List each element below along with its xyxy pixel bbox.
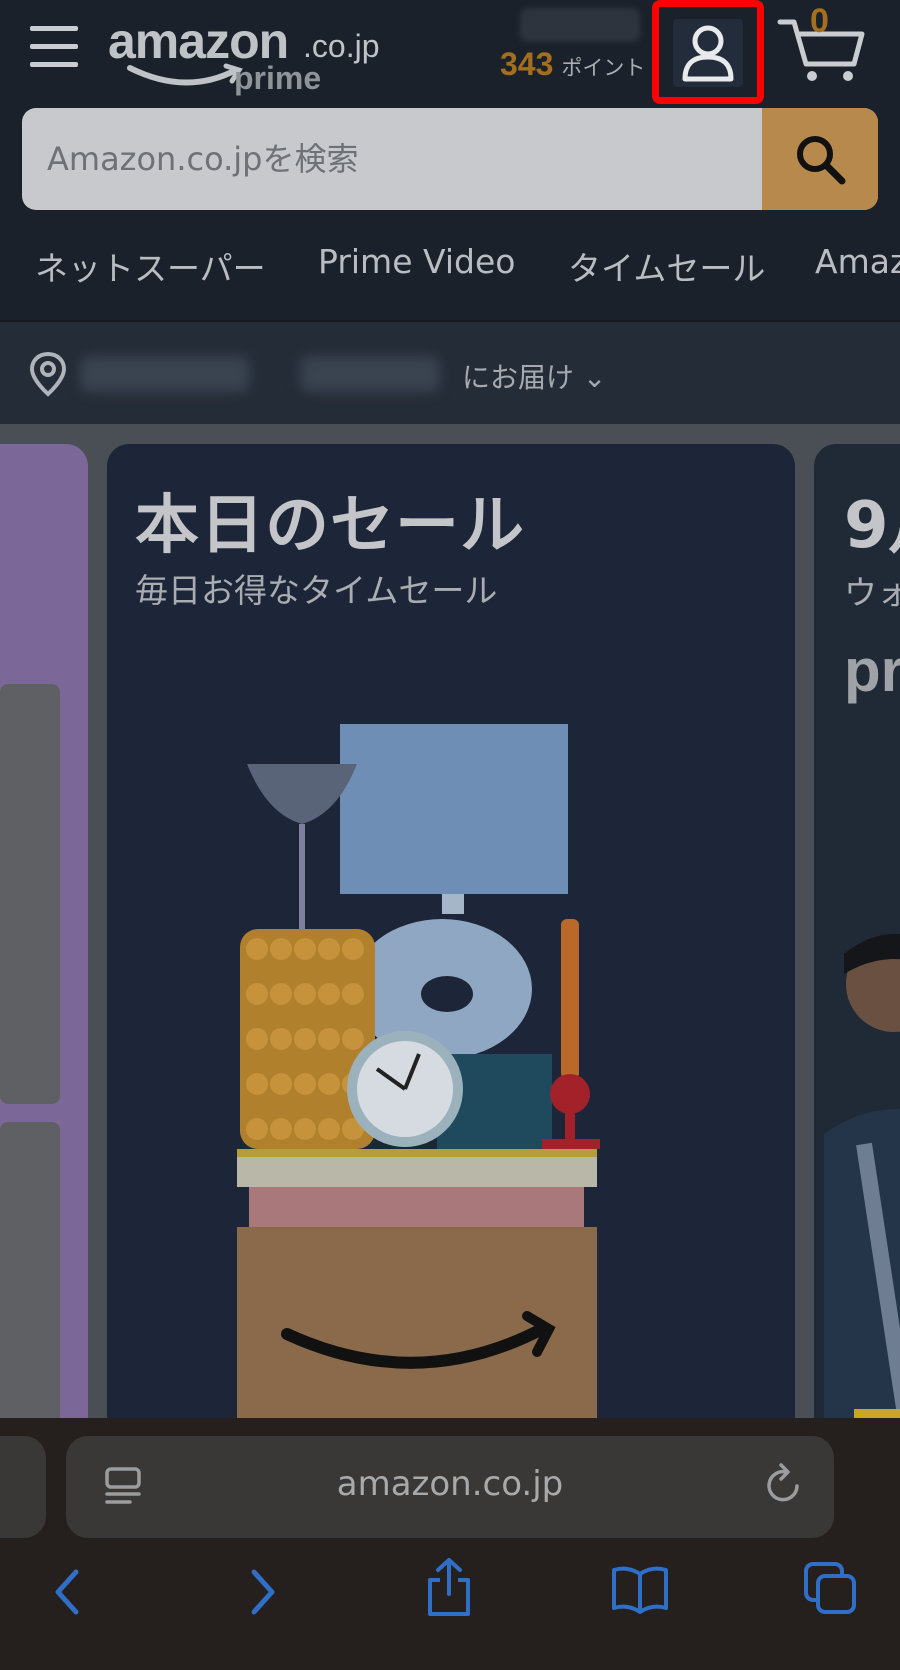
deliver-to-label: にお届け ⌄ — [462, 361, 607, 394]
app-header: amazon .co.jp prime 343 ポイント 0 Amazon.co… — [0, 0, 900, 320]
nav-item-net-super[interactable]: ネットスーパー — [35, 242, 266, 290]
back-icon[interactable] — [48, 1568, 88, 1616]
product-thumbnail — [0, 684, 60, 1104]
address-redacted — [300, 356, 440, 392]
url-text: amazon.co.jp — [336, 1464, 564, 1504]
share-icon[interactable] — [424, 1556, 474, 1618]
promo-card-title: 本日のセール — [135, 489, 525, 563]
tabs-icon[interactable] — [802, 1560, 858, 1616]
points-value: 343 — [500, 46, 554, 82]
account-name-redacted — [520, 8, 640, 42]
deals-product-illustration — [237, 724, 600, 1424]
points-balance[interactable]: 343 ポイント — [500, 46, 645, 83]
search-icon — [797, 136, 846, 185]
bookmarks-icon[interactable] — [610, 1564, 670, 1614]
prime-logo: pr — [844, 637, 900, 704]
promo-carousel: 本日のセール 毎日お得なタイムセール 9 ウォ pr — [0, 424, 900, 1424]
promo-card-title: 9月 — [844, 489, 900, 563]
promo-card-next[interactable]: 9月 ウォ pr — [814, 444, 900, 1424]
promo-card-subtitle: ウォ — [844, 573, 900, 612]
amazon-logo[interactable]: amazon .co.jp prime — [108, 10, 379, 96]
product-thumbnail — [0, 1122, 60, 1424]
points-label: ポイント — [561, 57, 646, 80]
promo-card-subtitle: 毎日お得なタイムセール — [135, 571, 498, 610]
search-button[interactable] — [762, 108, 878, 210]
logo-prime: prime — [234, 60, 322, 96]
search-input[interactable] — [22, 108, 762, 210]
search-bar — [22, 108, 878, 210]
reload-icon[interactable] — [764, 1462, 804, 1506]
forward-icon[interactable] — [242, 1568, 282, 1616]
address-redacted — [80, 356, 250, 392]
account-button[interactable] — [652, 0, 764, 104]
category-nav: ネットスーパー Prime Video タイムセール Amaz — [0, 230, 900, 300]
nav-item-amazon[interactable]: Amaz — [815, 242, 900, 281]
menu-icon[interactable] — [30, 26, 78, 68]
promo-card-todays-deals[interactable]: 本日のセール 毎日お得なタイムセール — [107, 444, 795, 1424]
cart-button[interactable]: 0 — [776, 2, 866, 86]
promo-person-image — [824, 934, 900, 1424]
nav-item-time-sale[interactable]: タイムセール — [568, 242, 765, 290]
previous-tab-preview[interactable] — [0, 1436, 46, 1538]
location-pin-icon — [29, 351, 67, 397]
address-bar[interactable]: amazon.co.jp — [66, 1436, 834, 1538]
nav-item-prime-video[interactable]: Prime Video — [318, 242, 515, 281]
browser-toolbar: amazon.co.jp — [0, 1418, 900, 1670]
account-icon — [673, 19, 743, 87]
promo-card-previous[interactable] — [0, 444, 88, 1424]
delivery-address-bar[interactable]: にお届け ⌄ — [0, 322, 900, 424]
logo-smile-icon — [127, 63, 243, 86]
cart-count: 0 — [810, 2, 829, 40]
